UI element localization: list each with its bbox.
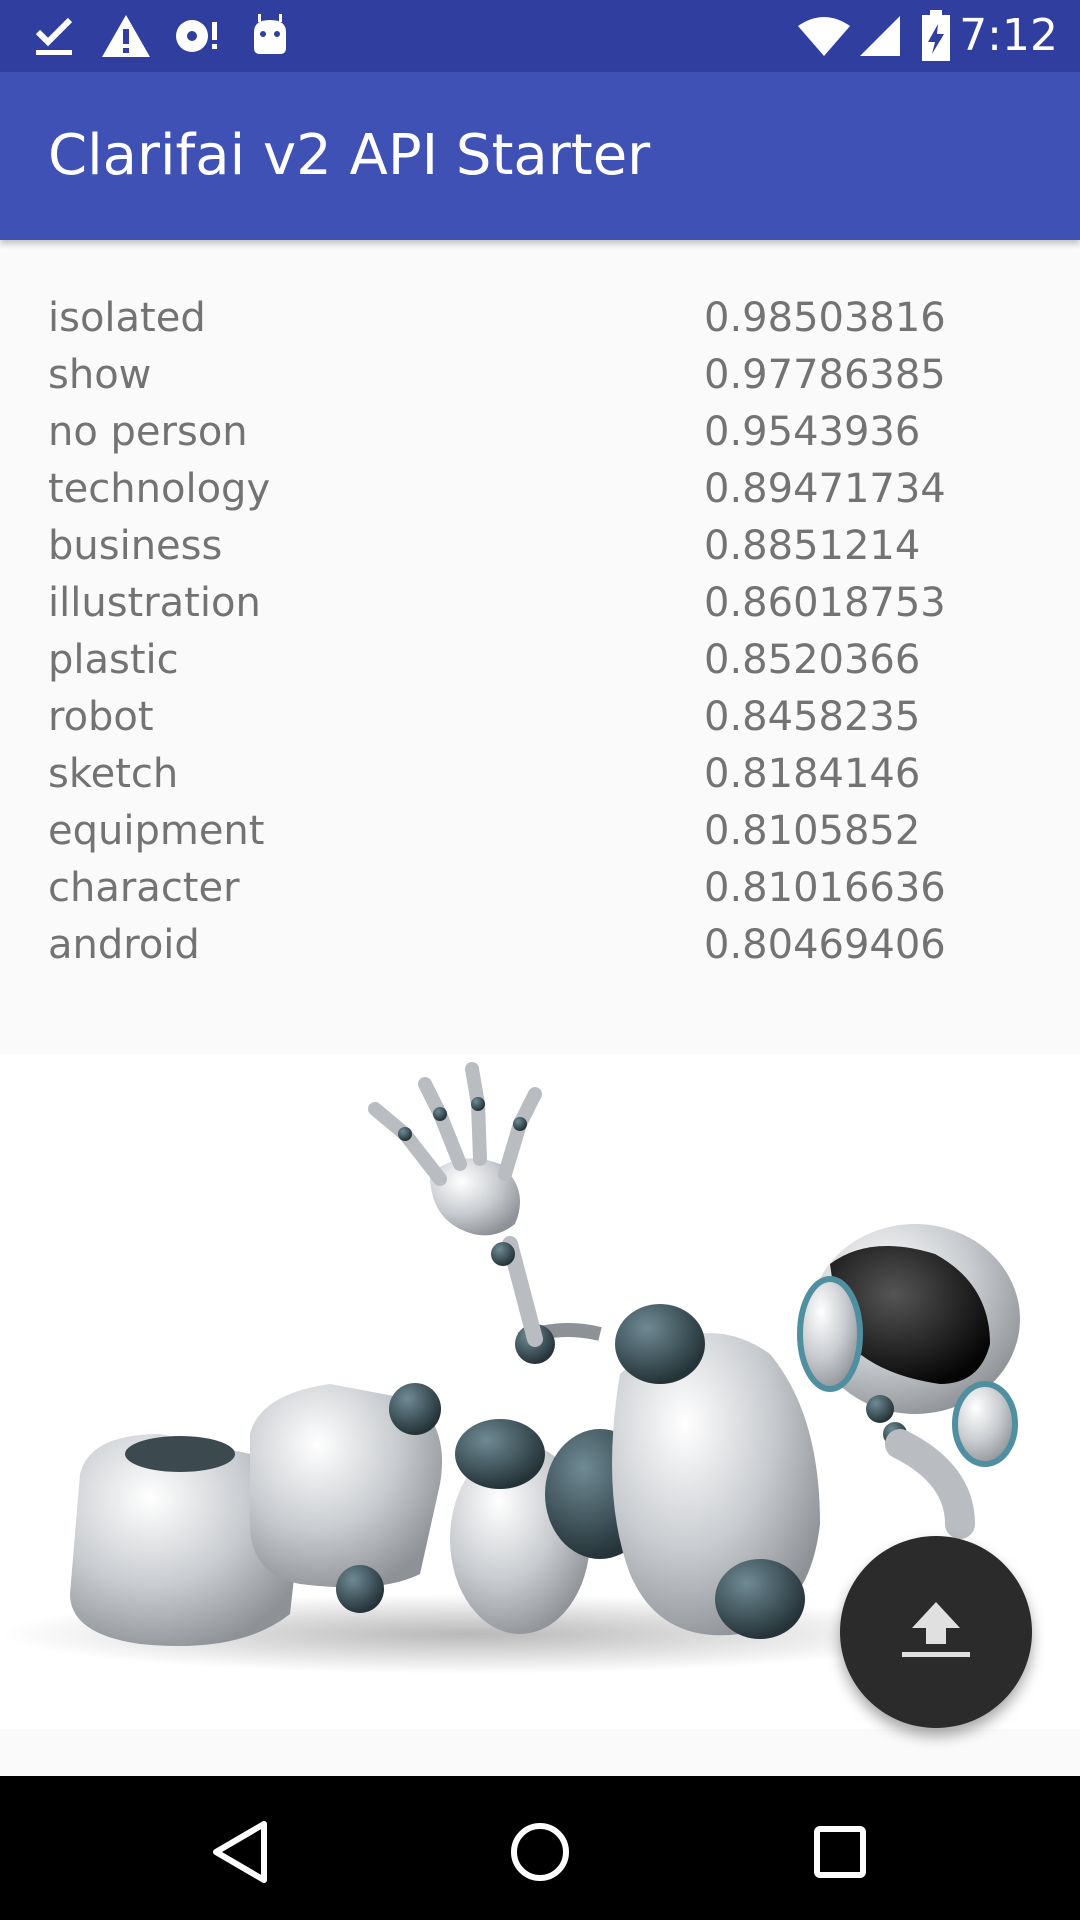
list-item: isolated 0.98503816 (0, 290, 1080, 347)
concept-score: 0.8520366 (704, 637, 921, 683)
app-bar: Clarifai v2 API Starter (0, 72, 1080, 240)
concept-label: isolated (48, 295, 206, 341)
home-icon[interactable] (500, 1812, 580, 1892)
concept-score: 0.80469406 (704, 922, 946, 968)
concept-label: character (48, 865, 240, 911)
concept-score: 0.9543936 (704, 409, 921, 455)
status-time: 7:12 (959, 10, 1058, 61)
list-item: sketch 0.8184146 (0, 746, 1080, 803)
concept-score: 0.8851214 (704, 523, 921, 569)
recents-icon[interactable] (800, 1812, 880, 1892)
concept-label: technology (48, 466, 271, 512)
check-icon (34, 10, 74, 62)
disc-icon (172, 10, 224, 62)
concept-label: robot (48, 694, 154, 740)
concept-score: 0.8184146 (704, 751, 921, 797)
upload-button[interactable] (840, 1536, 1032, 1728)
concept-label: equipment (48, 808, 265, 854)
signal-icon (858, 10, 902, 62)
warning-icon (100, 10, 152, 62)
concept-label: android (48, 922, 200, 968)
list-item: no person 0.9543936 (0, 404, 1080, 461)
list-item: technology 0.89471734 (0, 461, 1080, 518)
list-item: robot 0.8458235 (0, 689, 1080, 746)
list-item: android 0.80469406 (0, 917, 1080, 974)
concept-label: sketch (48, 751, 179, 797)
concept-score: 0.97786385 (704, 352, 946, 398)
battery-icon (920, 10, 952, 62)
concept-score: 0.89471734 (704, 466, 946, 512)
back-icon[interactable] (200, 1812, 280, 1892)
list-item: equipment 0.8105852 (0, 803, 1080, 860)
concept-label: no person (48, 409, 248, 455)
concept-score: 0.86018753 (704, 580, 946, 626)
list-item: plastic 0.8520366 (0, 632, 1080, 689)
app-title: Clarifai v2 API Starter (48, 123, 651, 188)
android-icon (250, 10, 290, 62)
results-list: isolated 0.98503816 show 0.97786385 no p… (0, 240, 1080, 1054)
concept-label: illustration (48, 580, 261, 626)
concept-label: business (48, 523, 223, 569)
status-bar: 7:12 (0, 0, 1080, 72)
concept-score: 0.8458235 (704, 694, 921, 740)
concept-score: 0.81016636 (704, 865, 946, 911)
concept-score: 0.8105852 (704, 808, 921, 854)
list-item: illustration 0.86018753 (0, 575, 1080, 632)
concept-score: 0.98503816 (704, 295, 946, 341)
navigation-bar (0, 1776, 1080, 1920)
list-item: show 0.97786385 (0, 347, 1080, 404)
upload-icon (900, 1600, 972, 1664)
concept-label: plastic (48, 637, 179, 683)
list-item: character 0.81016636 (0, 860, 1080, 917)
list-item: business 0.8851214 (0, 518, 1080, 575)
wifi-icon (796, 10, 852, 62)
concept-label: show (48, 352, 152, 398)
